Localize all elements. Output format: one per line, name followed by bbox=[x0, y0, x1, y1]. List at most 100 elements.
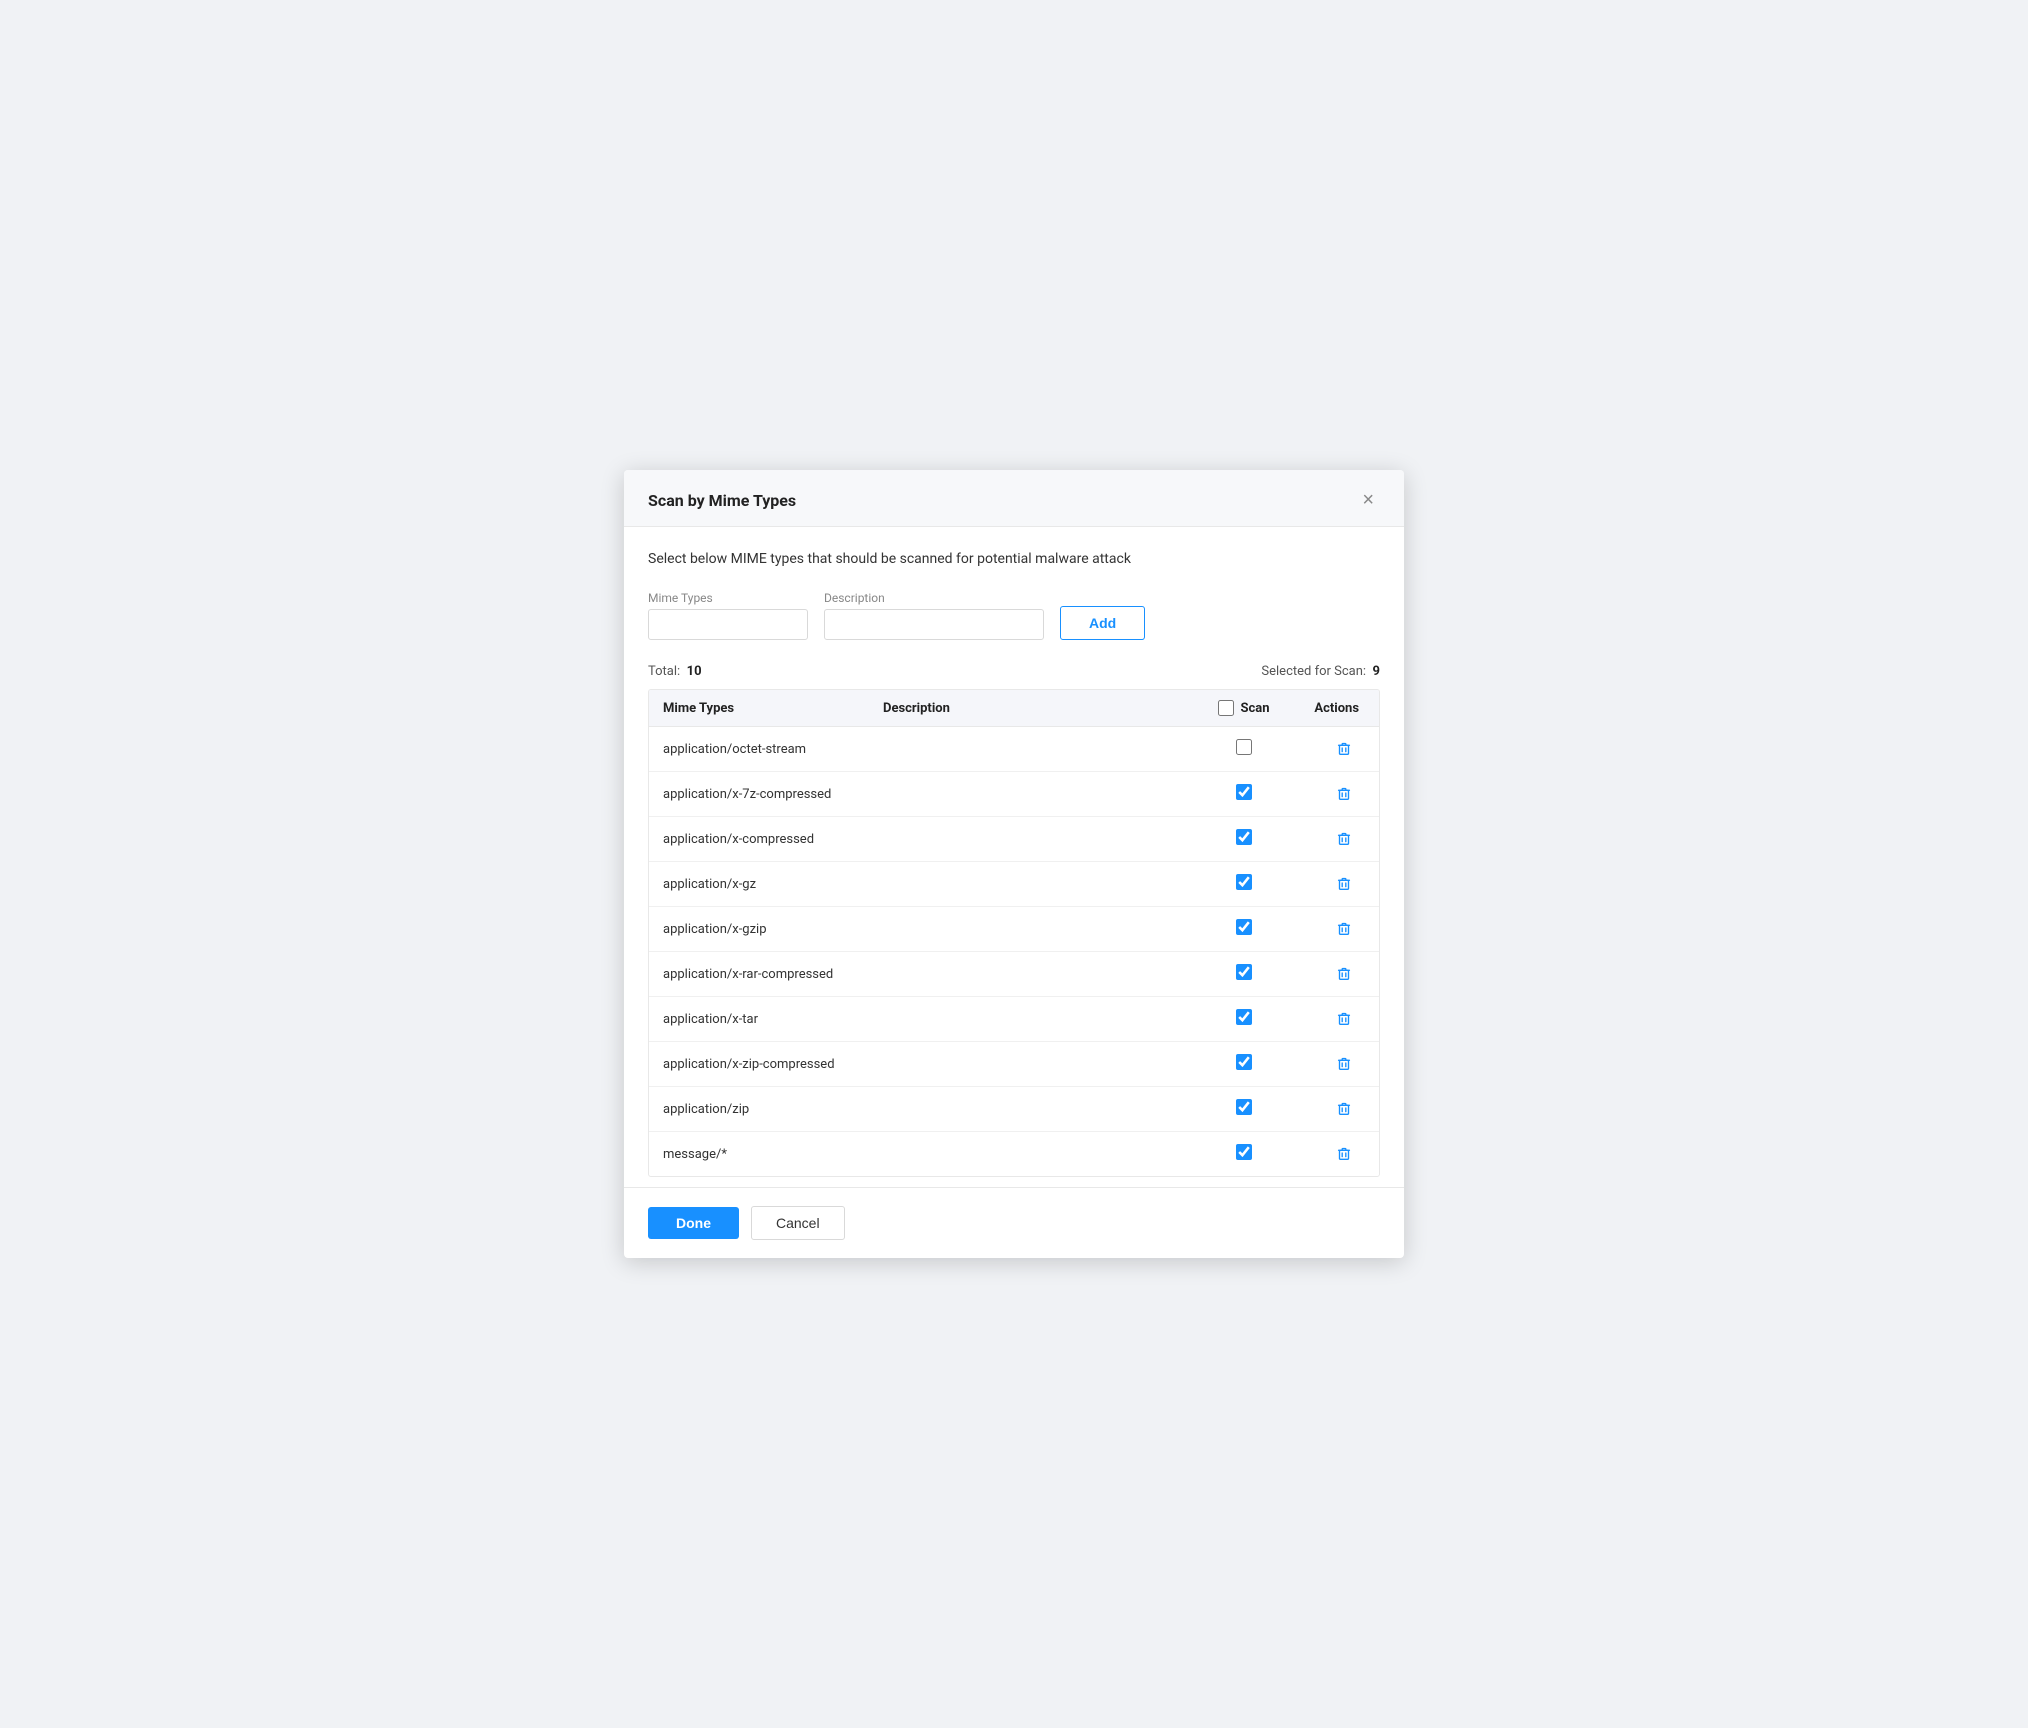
cell-scan bbox=[1189, 817, 1299, 862]
cell-scan bbox=[1189, 1132, 1299, 1177]
cell-mime-type: application/zip bbox=[649, 1087, 869, 1132]
cell-actions bbox=[1299, 1087, 1379, 1132]
cell-mime-type: application/x-tar bbox=[649, 997, 869, 1042]
add-button[interactable]: Add bbox=[1060, 606, 1145, 640]
cell-scan bbox=[1189, 1087, 1299, 1132]
cell-scan bbox=[1189, 907, 1299, 952]
scan-checkbox[interactable] bbox=[1236, 739, 1252, 755]
cell-actions bbox=[1299, 727, 1379, 772]
cell-actions bbox=[1299, 862, 1379, 907]
scan-checkbox[interactable] bbox=[1236, 1099, 1252, 1115]
dialog-body: Select below MIME types that should be s… bbox=[624, 527, 1404, 1177]
close-button[interactable]: × bbox=[1356, 488, 1380, 512]
dialog-subtitle: Select below MIME types that should be s… bbox=[648, 551, 1380, 567]
cell-description bbox=[869, 997, 1189, 1042]
mime-types-label: Mime Types bbox=[648, 591, 808, 605]
cell-description bbox=[869, 1087, 1189, 1132]
selected-value: 9 bbox=[1373, 664, 1380, 679]
col-header-description: Description bbox=[869, 690, 1189, 727]
cell-scan bbox=[1189, 862, 1299, 907]
delete-button[interactable] bbox=[1329, 1007, 1359, 1029]
delete-button[interactable] bbox=[1329, 827, 1359, 849]
mime-type-field-group: Mime Types bbox=[648, 591, 808, 640]
cell-scan bbox=[1189, 1042, 1299, 1087]
delete-button[interactable] bbox=[1329, 1052, 1359, 1074]
summary-row: Total: 10 Selected for Scan: 9 bbox=[648, 664, 1380, 679]
cell-description bbox=[869, 817, 1189, 862]
cancel-button[interactable]: Cancel bbox=[751, 1206, 845, 1240]
table-body: application/octet-stream application/x-7… bbox=[649, 727, 1379, 1177]
total-value: 10 bbox=[687, 664, 702, 679]
scan-checkbox[interactable] bbox=[1236, 874, 1252, 890]
mime-types-input[interactable] bbox=[648, 609, 808, 640]
cell-actions bbox=[1299, 1132, 1379, 1177]
delete-button[interactable] bbox=[1329, 962, 1359, 984]
description-label: Description bbox=[824, 591, 1044, 605]
cell-description bbox=[869, 1042, 1189, 1087]
scan-checkbox[interactable] bbox=[1236, 919, 1252, 935]
cell-scan bbox=[1189, 997, 1299, 1042]
selected-summary: Selected for Scan: 9 bbox=[1261, 664, 1380, 679]
cell-scan bbox=[1189, 727, 1299, 772]
delete-button[interactable] bbox=[1329, 782, 1359, 804]
cell-description bbox=[869, 907, 1189, 952]
cell-actions bbox=[1299, 997, 1379, 1042]
scan-checkbox[interactable] bbox=[1236, 1009, 1252, 1025]
cell-actions bbox=[1299, 772, 1379, 817]
total-label: Total: bbox=[648, 664, 680, 679]
table-row: application/x-rar-compressed bbox=[649, 952, 1379, 997]
cell-scan bbox=[1189, 772, 1299, 817]
cell-mime-type: application/x-compressed bbox=[649, 817, 869, 862]
table-row: application/x-7z-compressed bbox=[649, 772, 1379, 817]
delete-button[interactable] bbox=[1329, 917, 1359, 939]
cell-description bbox=[869, 862, 1189, 907]
cell-mime-type: message/* bbox=[649, 1132, 869, 1177]
cell-description bbox=[869, 1132, 1189, 1177]
scan-checkbox[interactable] bbox=[1236, 1144, 1252, 1160]
dialog: Scan by Mime Types × Select below MIME t… bbox=[624, 470, 1404, 1258]
table-row: application/zip bbox=[649, 1087, 1379, 1132]
table-header-row: Mime Types Description Scan Actions bbox=[649, 690, 1379, 727]
cell-description bbox=[869, 772, 1189, 817]
table-row: application/x-compressed bbox=[649, 817, 1379, 862]
col-header-scan: Scan bbox=[1189, 690, 1299, 727]
cell-mime-type: application/x-gz bbox=[649, 862, 869, 907]
cell-actions bbox=[1299, 817, 1379, 862]
scan-checkbox[interactable] bbox=[1236, 964, 1252, 980]
table-row: application/x-gzip bbox=[649, 907, 1379, 952]
col-header-actions: Actions bbox=[1299, 690, 1379, 727]
scan-checkbox[interactable] bbox=[1236, 1054, 1252, 1070]
total-summary: Total: 10 bbox=[648, 664, 702, 679]
cell-actions bbox=[1299, 1042, 1379, 1087]
cell-mime-type: application/x-zip-compressed bbox=[649, 1042, 869, 1087]
delete-button[interactable] bbox=[1329, 1142, 1359, 1164]
cell-mime-type: application/x-7z-compressed bbox=[649, 772, 869, 817]
col-scan-label: Scan bbox=[1240, 701, 1269, 716]
col-header-mime: Mime Types bbox=[649, 690, 869, 727]
delete-button[interactable] bbox=[1329, 872, 1359, 894]
delete-button[interactable] bbox=[1329, 737, 1359, 759]
dialog-header: Scan by Mime Types × bbox=[624, 470, 1404, 527]
dialog-title: Scan by Mime Types bbox=[648, 491, 796, 510]
table-row: application/x-tar bbox=[649, 997, 1379, 1042]
cell-description bbox=[869, 727, 1189, 772]
cell-actions bbox=[1299, 952, 1379, 997]
table-row: application/octet-stream bbox=[649, 727, 1379, 772]
mime-types-table-wrap: Mime Types Description Scan Actions app bbox=[648, 689, 1380, 1177]
description-field-group: Description bbox=[824, 591, 1044, 640]
table-row: message/* bbox=[649, 1132, 1379, 1177]
cell-actions bbox=[1299, 907, 1379, 952]
selected-label: Selected for Scan: bbox=[1261, 664, 1366, 679]
scan-all-checkbox[interactable] bbox=[1218, 700, 1234, 716]
cell-mime-type: application/octet-stream bbox=[649, 727, 869, 772]
delete-button[interactable] bbox=[1329, 1097, 1359, 1119]
mime-types-table: Mime Types Description Scan Actions app bbox=[649, 690, 1379, 1176]
cell-description bbox=[869, 952, 1189, 997]
scan-checkbox[interactable] bbox=[1236, 829, 1252, 845]
scan-checkbox[interactable] bbox=[1236, 784, 1252, 800]
cell-mime-type: application/x-rar-compressed bbox=[649, 952, 869, 997]
done-button[interactable]: Done bbox=[648, 1207, 739, 1239]
cell-mime-type: application/x-gzip bbox=[649, 907, 869, 952]
description-input[interactable] bbox=[824, 609, 1044, 640]
table-row: application/x-zip-compressed bbox=[649, 1042, 1379, 1087]
